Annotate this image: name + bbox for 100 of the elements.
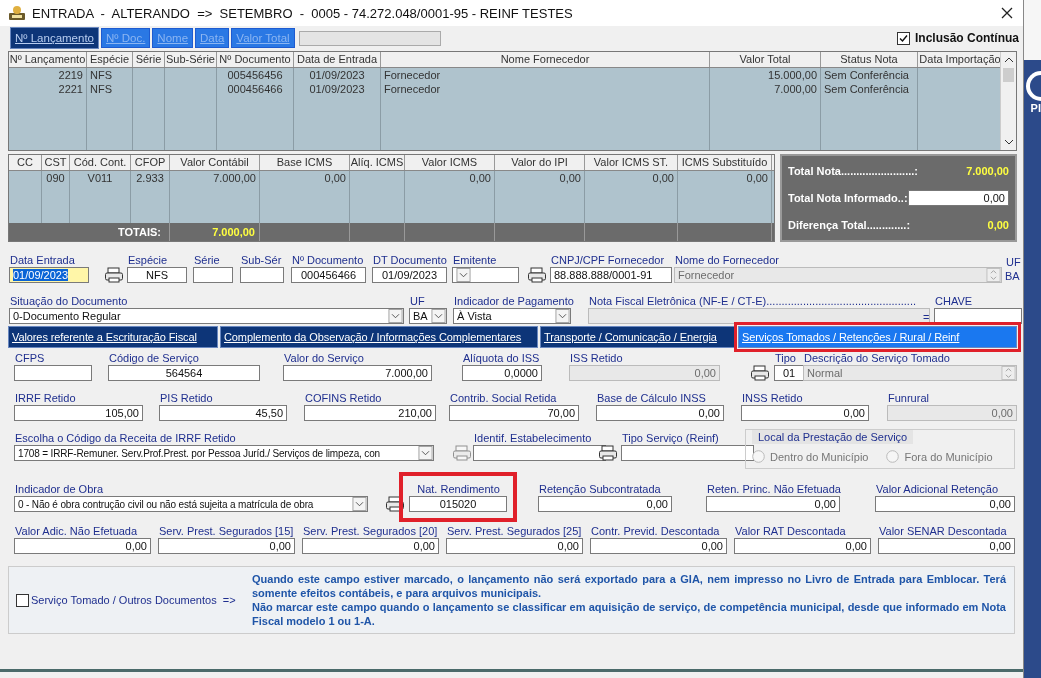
- input-field[interactable]: 0,00: [14, 538, 151, 554]
- input-field[interactable]: [240, 267, 284, 283]
- input-field[interactable]: 0,00: [302, 538, 439, 554]
- input-field[interactable]: 0,00: [538, 496, 672, 512]
- printer-icon[interactable]: [527, 267, 547, 283]
- input-field[interactable]: 0,00: [446, 538, 583, 554]
- field-label: Tipo: [774, 351, 796, 365]
- input-field[interactable]: 45,50: [159, 405, 287, 421]
- field-label: Sub-Sér: [240, 253, 282, 267]
- search-field[interactable]: [298, 30, 441, 46]
- input-field[interactable]: 564564: [108, 365, 260, 381]
- scrollbar[interactable]: [1000, 52, 1016, 150]
- input-field[interactable]: 0,00: [734, 538, 871, 554]
- dropdown[interactable]: 0-Documento Regular: [9, 308, 404, 324]
- caret-icon[interactable]: [352, 497, 367, 511]
- column-header[interactable]: Valor do IPI: [495, 155, 585, 170]
- input-field[interactable]: 01: [774, 365, 804, 381]
- column-header[interactable]: Nº Lançamento: [9, 52, 87, 67]
- caret-icon[interactable]: [388, 309, 403, 323]
- field-label: Espécie: [127, 253, 168, 267]
- printer-icon[interactable]: [385, 496, 405, 512]
- table-cell: 01/09/2023: [294, 68, 381, 82]
- radio-label: Fora do Município: [904, 450, 993, 463]
- input-field[interactable]: 210,00: [304, 405, 436, 421]
- section-tab[interactable]: Valores referente a Escrituração Fiscal: [8, 326, 218, 348]
- input-field[interactable]: NFS: [127, 267, 187, 283]
- column-header[interactable]: CFOP: [131, 155, 170, 170]
- search-tab[interactable]: Nº Lançamento: [10, 27, 99, 49]
- checkbox[interactable]: [897, 31, 910, 45]
- input-field[interactable]: 0,00: [908, 190, 1009, 206]
- input-field[interactable]: 000456466: [291, 267, 366, 283]
- input-field[interactable]: 0,00: [875, 496, 1015, 512]
- input-field[interactable]: 0,0000: [462, 365, 542, 381]
- section-tab[interactable]: Complemento da Observação / Informações Complementares: [220, 326, 538, 348]
- input-field[interactable]: 015020: [409, 496, 507, 512]
- input-field[interactable]: 0,00: [596, 405, 724, 421]
- input-field[interactable]: 0,00: [158, 538, 295, 554]
- input-field[interactable]: 0,00: [741, 405, 869, 421]
- input-field[interactable]: [193, 267, 233, 283]
- column-header[interactable]: Status Nota: [821, 52, 918, 67]
- column-header[interactable]: ICMS Substituído: [678, 155, 772, 170]
- column-header[interactable]: Valor Contábil: [170, 155, 260, 170]
- column-header[interactable]: Série: [133, 52, 165, 67]
- table-cell: 090: [42, 171, 70, 185]
- dropdown[interactable]: À Vista: [453, 308, 571, 324]
- field-label: UF: [409, 294, 425, 308]
- column-header[interactable]: Valor ICMS ST.: [585, 155, 678, 170]
- input-field[interactable]: [621, 445, 754, 461]
- column-header[interactable]: Cód. Cont.: [70, 155, 131, 170]
- field-label: Emitente: [452, 253, 497, 267]
- radio-button[interactable]: [752, 450, 765, 463]
- column-header[interactable]: Sub-Série: [165, 52, 217, 67]
- column-header[interactable]: CC: [9, 155, 42, 170]
- caret-icon[interactable]: [418, 446, 433, 460]
- field-label: Situação do Documento: [9, 294, 128, 308]
- column-header[interactable]: Base ICMS: [260, 155, 350, 170]
- totals-label: TOTAIS:: [9, 223, 170, 241]
- dropdown[interactable]: BA: [409, 308, 447, 324]
- caret-icon[interactable]: [431, 309, 446, 323]
- input-field[interactable]: [14, 365, 92, 381]
- input-field[interactable]: 01/09/2023: [372, 267, 447, 283]
- scroll-up-icon[interactable]: [1003, 57, 1014, 63]
- column-header[interactable]: Data de Entrada: [294, 52, 381, 67]
- printer-icon[interactable]: [750, 365, 770, 381]
- dropdown[interactable]: [452, 267, 519, 283]
- column-header[interactable]: Alíq. ICMS: [350, 155, 405, 170]
- input-field[interactable]: 7.000,00: [283, 365, 432, 381]
- scroll-down-icon[interactable]: [1003, 139, 1014, 145]
- close-icon[interactable]: [1001, 7, 1013, 19]
- table-cell: 0,00: [495, 171, 585, 185]
- radio-button[interactable]: [886, 450, 900, 463]
- caret-icon[interactable]: [555, 309, 570, 323]
- field-label: Contr. Previd. Descontada: [590, 524, 720, 538]
- caret-icon[interactable]: [456, 268, 471, 282]
- printer-icon[interactable]: [598, 445, 618, 461]
- column-header[interactable]: Nome Fornecedor: [381, 52, 710, 67]
- section-tab[interactable]: Transporte / Comunicação / Energia: [540, 326, 736, 348]
- input-field[interactable]: 0,00: [590, 538, 727, 554]
- note-text: Quando este campo estiver marcado, o lançamento não será exportado para a GIA, nem impresso no Livro de Entrada para Emblocar. Terá somente efeitos contábeis, e para arquivos municipais.: [252, 572, 1006, 600]
- column-header[interactable]: Valor ICMS: [405, 155, 495, 170]
- column-header[interactable]: Valor Total: [710, 52, 821, 67]
- field-label: Retenção Subcontratada: [538, 482, 661, 496]
- printer-icon[interactable]: [104, 267, 124, 283]
- dropdown[interactable]: 0 - Não é obra contrução civil ou não está sujeita a matrícula de obra: [14, 496, 368, 512]
- scroll-thumb[interactable]: [1003, 68, 1014, 82]
- input-field[interactable]: 105,00: [14, 405, 143, 421]
- input-field[interactable]: 70,00: [449, 405, 579, 421]
- date-field[interactable]: 01/09/2023: [9, 267, 89, 283]
- dropdown[interactable]: 1708 = IRRF-Remuner. Serv.Prof.Prest. por Pessoa Juríd./ Serviços de limpeza, con: [14, 445, 434, 461]
- column-header[interactable]: Espécie: [87, 52, 133, 67]
- field-label: Valor do Serviço: [283, 351, 364, 365]
- input-field[interactable]: 0,00: [706, 496, 840, 512]
- table-cell: V011: [70, 171, 131, 185]
- totals-value: 7.000,00: [170, 223, 260, 241]
- column-header[interactable]: CST: [42, 155, 70, 170]
- checkbox[interactable]: [16, 593, 29, 607]
- column-header[interactable]: Nº Documento: [217, 52, 294, 67]
- field-label: ISS Retido: [569, 351, 623, 365]
- input-field[interactable]: 0,00: [878, 538, 1015, 554]
- input-field[interactable]: 88.888.888/0001-91: [550, 267, 672, 283]
